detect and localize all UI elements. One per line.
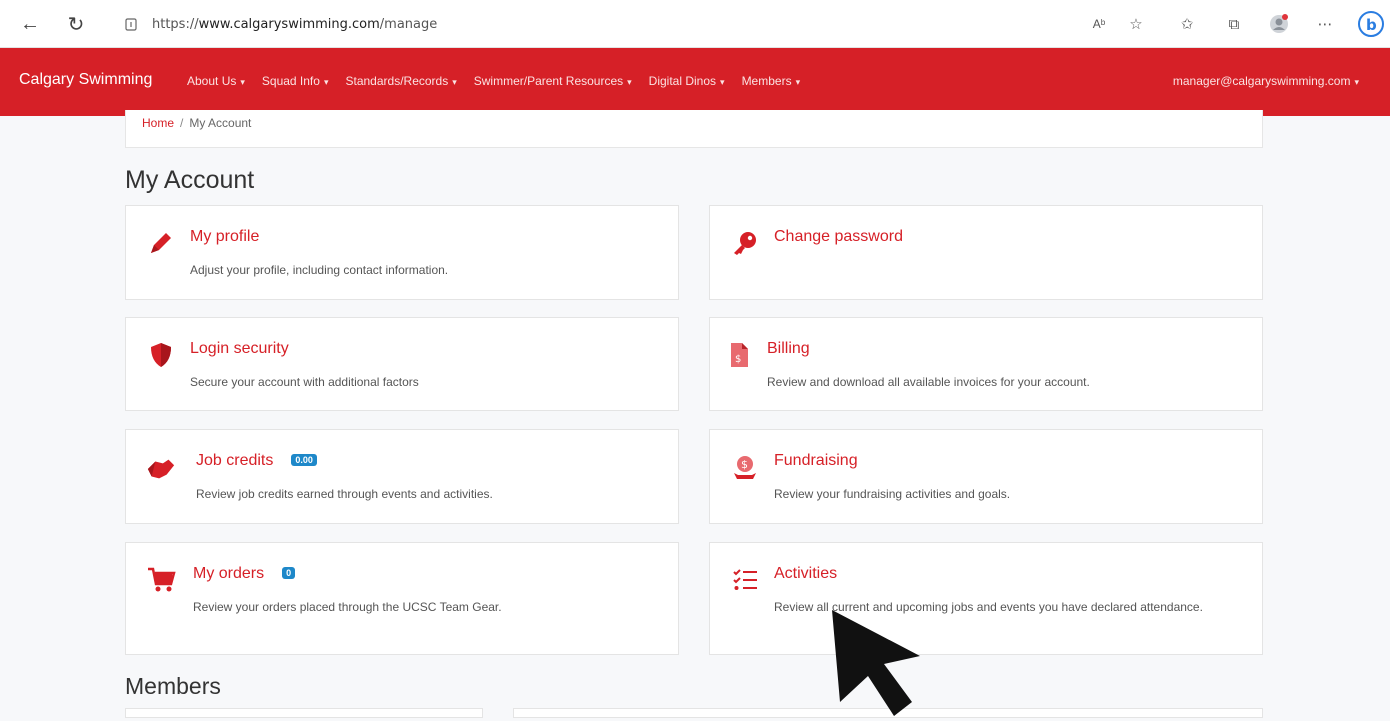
menu-swimmer-parent-resources[interactable]: Swimmer/Parent Resources ▾ [474, 74, 632, 88]
card-description: Review your orders placed through the UC… [193, 600, 502, 614]
breadcrumb-home[interactable]: Home [142, 116, 174, 130]
job-credits-badge: 0.00 [291, 454, 317, 466]
card-billing[interactable]: $ Billing Review and download all availa… [709, 317, 1263, 411]
menu-standards-records[interactable]: Standards/Records ▾ [345, 74, 456, 88]
card-change-password[interactable]: Change password [709, 205, 1263, 300]
menu-about-us[interactable]: About Us ▾ [187, 74, 245, 88]
card-description: Adjust your profile, including contact i… [190, 263, 449, 277]
chevron-down-icon: ▾ [452, 77, 457, 87]
invoice-icon: $ [724, 340, 754, 370]
favorite-add-icon[interactable]: ☆ [1123, 12, 1149, 36]
user-menu[interactable]: manager@calgaryswimming.com ▾ [1173, 74, 1359, 88]
url-text: https://www.calgaryswimming.com/manage [152, 16, 438, 32]
mouse-pointer-icon [824, 606, 924, 721]
browser-toolbar: ← ↻ https://www.calgaryswimming.com/mana… [0, 0, 1390, 48]
card-title[interactable]: Job credits 0.00 [196, 452, 317, 470]
card-my-orders[interactable]: My orders 0 Review your orders placed thr… [125, 542, 679, 655]
card-title[interactable]: Login security [190, 340, 289, 358]
handshake-icon [146, 454, 176, 484]
card-title[interactable]: My orders 0 [193, 565, 296, 583]
address-bar[interactable]: https://www.calgaryswimming.com/manage [106, 9, 1126, 39]
card-description: Review job credits earned through events… [196, 487, 493, 501]
pencil-icon [146, 228, 176, 258]
chevron-down-icon: ▾ [240, 77, 245, 87]
card-my-profile[interactable]: My profile Adjust your profile, includin… [125, 205, 679, 300]
card-description: Review your fundraising activities and g… [774, 487, 1011, 501]
back-icon[interactable]: ← [16, 10, 44, 38]
chevron-down-icon: ▾ [795, 77, 801, 87]
read-aloud-icon[interactable]: Aᵇ [1086, 12, 1112, 36]
chevron-down-icon: ▾ [627, 77, 632, 87]
collections-icon[interactable]: ⧉ [1221, 12, 1247, 36]
card-title[interactable]: Change password [774, 228, 903, 246]
svg-text:b: b [1366, 16, 1377, 34]
card-job-credits[interactable]: Job credits 0.00 Review job credits earne… [125, 429, 679, 524]
menu-members[interactable]: Members ▾ [742, 74, 801, 88]
svg-text:$: $ [741, 458, 748, 471]
shield-icon [146, 340, 176, 370]
menu-digital-dinos[interactable]: Digital Dinos ▾ [649, 74, 725, 88]
card-title[interactable]: Billing [767, 340, 810, 358]
card-description: Review and download all available invoic… [767, 375, 1090, 389]
site-brand[interactable]: Calgary Swimming [19, 71, 152, 89]
checklist-icon [730, 565, 760, 595]
card-title[interactable]: My profile [190, 228, 259, 246]
card-fundraising[interactable]: $ Fundraising Review your fundraising ac… [709, 429, 1263, 524]
profile-avatar-icon[interactable] [1266, 12, 1292, 36]
page-title: My Account [125, 166, 255, 194]
chevron-down-icon: ▾ [323, 77, 329, 87]
card-description: Secure your account with additional fact… [190, 375, 419, 389]
key-icon [730, 228, 760, 258]
card-activities[interactable]: Activities Review all current and upcomi… [709, 542, 1263, 655]
page-info-icon[interactable] [124, 17, 138, 31]
favorites-icon[interactable]: ✩ [1174, 12, 1200, 36]
money-hand-icon: $ [730, 452, 760, 482]
breadcrumb-current: My Account [189, 116, 252, 130]
card-title[interactable]: Activities [774, 565, 837, 583]
members-card[interactable] [125, 708, 483, 718]
menu-squad-info[interactable]: Squad Info ▾ [262, 74, 329, 88]
more-options-icon[interactable]: ⋯ [1312, 12, 1338, 36]
chevron-down-icon: ▾ [1354, 77, 1359, 87]
card-title[interactable]: Fundraising [774, 452, 858, 470]
chevron-down-icon: ▾ [720, 77, 725, 87]
orders-badge: 0 [282, 567, 296, 579]
card-login-security[interactable]: Login security Secure your account with … [125, 317, 679, 411]
breadcrumb: Home / My Account [125, 110, 1263, 148]
site-navbar: Calgary Swimming About Us ▾ Squad Info ▾ S… [0, 48, 1390, 116]
main-menu: About Us ▾ Squad Info ▾ Standards/Records ▾… [187, 74, 817, 88]
members-heading: Members [125, 673, 221, 699]
cart-icon [146, 565, 176, 595]
svg-text:$: $ [735, 354, 741, 365]
bing-chat-icon[interactable]: b [1356, 11, 1386, 37]
refresh-icon[interactable]: ↻ [62, 10, 90, 38]
